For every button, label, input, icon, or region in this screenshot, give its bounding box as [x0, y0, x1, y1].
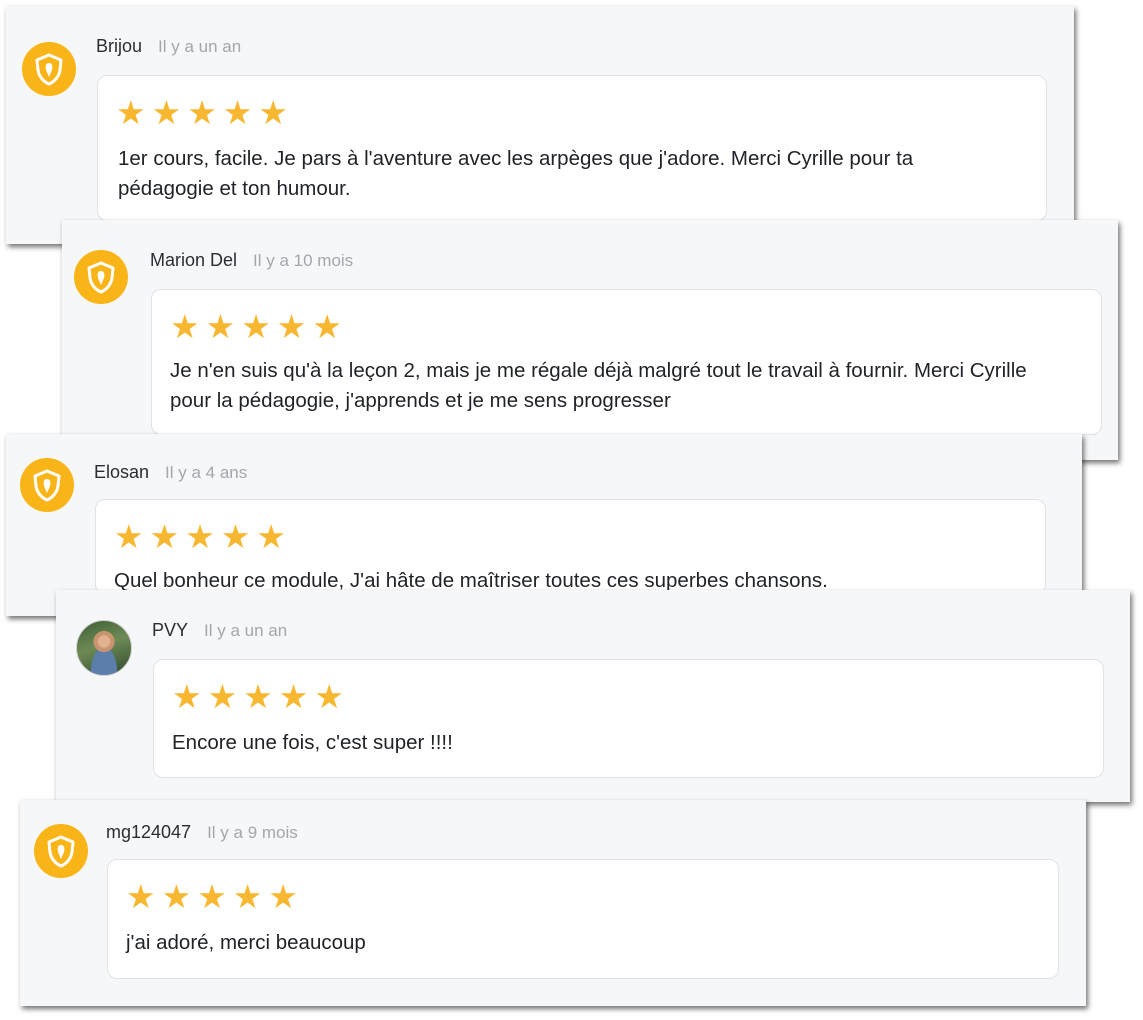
- star-icon: ★: [197, 877, 227, 916]
- review-card: ★ ★ ★ ★ ★ Encore une fois, c'est super !!!!: [153, 659, 1104, 778]
- review-panel: mg124047 Il y a 9 mois ★ ★ ★ ★ ★ j'ai adoré,…: [20, 800, 1086, 1006]
- star-icon: ★: [312, 307, 342, 346]
- review-header: Marion Del Il y a 10 mois: [150, 250, 353, 271]
- review-card: ★ ★ ★ ★ ★ 1er cours, facile. Je pars à l'ave…: [97, 75, 1047, 221]
- star-icon: ★: [185, 517, 215, 556]
- star-icon: ★: [276, 307, 307, 346]
- review-card: ★ ★ ★ ★ ★ j'ai adoré, merci beaucoup: [107, 859, 1059, 979]
- star-icon: ★: [126, 877, 156, 916]
- star-icon: ★: [207, 677, 238, 716]
- star-icon: ★: [256, 517, 286, 556]
- review-text: Je n'en suis qu'à la leçon 2, mais je me…: [170, 359, 1027, 412]
- star-icon: ★: [243, 677, 273, 716]
- rating-stars: ★ ★ ★ ★ ★: [114, 520, 286, 554]
- review-card: ★ ★ ★ ★ ★ Je n'en suis qu'à la leçon 2, mais…: [151, 289, 1102, 435]
- review-author: mg124047: [106, 822, 192, 842]
- carrot-shield-icon: [22, 42, 76, 96]
- star-icon: ★: [222, 93, 253, 132]
- review-header: Elosan Il y a 4 ans: [94, 462, 247, 483]
- star-icon: ★: [241, 307, 271, 346]
- rating-stars: ★ ★ ★ ★ ★: [172, 680, 344, 714]
- star-icon: ★: [314, 677, 344, 716]
- user-photo-avatar: [76, 620, 132, 676]
- star-icon: ★: [258, 93, 288, 132]
- rating-stars: ★ ★ ★ ★ ★: [126, 880, 298, 914]
- review-author: Elosan: [94, 462, 150, 482]
- star-icon: ★: [205, 307, 236, 346]
- review-panel: Marion Del Il y a 10 mois ★ ★ ★ ★ ★ Je n'en …: [62, 220, 1118, 460]
- review-header: Brijou Il y a un an: [96, 36, 241, 57]
- star-icon: ★: [232, 877, 263, 916]
- star-icon: ★: [220, 517, 251, 556]
- review-time: Il y a un an: [158, 37, 242, 56]
- star-icon: ★: [114, 517, 144, 556]
- review-panel: Elosan Il y a 4 ans ★ ★ ★ ★ ★ Quel bonheur c…: [6, 434, 1082, 616]
- star-icon: ★: [187, 93, 217, 132]
- star-icon: ★: [278, 677, 309, 716]
- review-text: Encore une fois, c'est super !!!!: [172, 731, 453, 754]
- carrot-shield-icon: [34, 824, 88, 878]
- review-card: ★ ★ ★ ★ ★ Quel bonheur ce module, J'ai hâte …: [95, 499, 1046, 595]
- carrot-shield-icon: [74, 250, 128, 304]
- star-icon: ★: [161, 877, 192, 916]
- star-icon: ★: [172, 677, 202, 716]
- review-time: Il y a 4 ans: [165, 463, 248, 482]
- review-author: Brijou: [96, 36, 143, 56]
- review-panel: PVY Il y a un an ★ ★ ★ ★ ★ Encore une fois, …: [56, 590, 1130, 802]
- review-text: 1er cours, facile. Je pars à l'aventure …: [118, 147, 914, 200]
- review-author: PVY: [152, 620, 189, 640]
- review-author: Marion Del: [150, 250, 238, 270]
- carrot-shield-icon: [20, 458, 74, 512]
- star-icon: ★: [149, 517, 180, 556]
- star-icon: ★: [151, 93, 182, 132]
- star-icon: ★: [268, 877, 298, 916]
- rating-stars: ★ ★ ★ ★ ★: [170, 310, 342, 344]
- review-panel: Brijou Il y a un an ★ ★ ★ ★ ★ 1er cours, fac…: [6, 6, 1074, 244]
- review-text: j'ai adoré, merci beaucoup: [126, 931, 366, 954]
- review-time: Il y a 10 mois: [253, 251, 354, 270]
- review-time: Il y a un an: [204, 621, 288, 640]
- review-header: PVY Il y a un an: [152, 620, 287, 641]
- star-icon: ★: [170, 307, 200, 346]
- rating-stars: ★ ★ ★ ★ ★: [116, 96, 288, 130]
- review-header: mg124047 Il y a 9 mois: [106, 822, 298, 843]
- review-time: Il y a 9 mois: [207, 823, 298, 842]
- star-icon: ★: [116, 93, 146, 132]
